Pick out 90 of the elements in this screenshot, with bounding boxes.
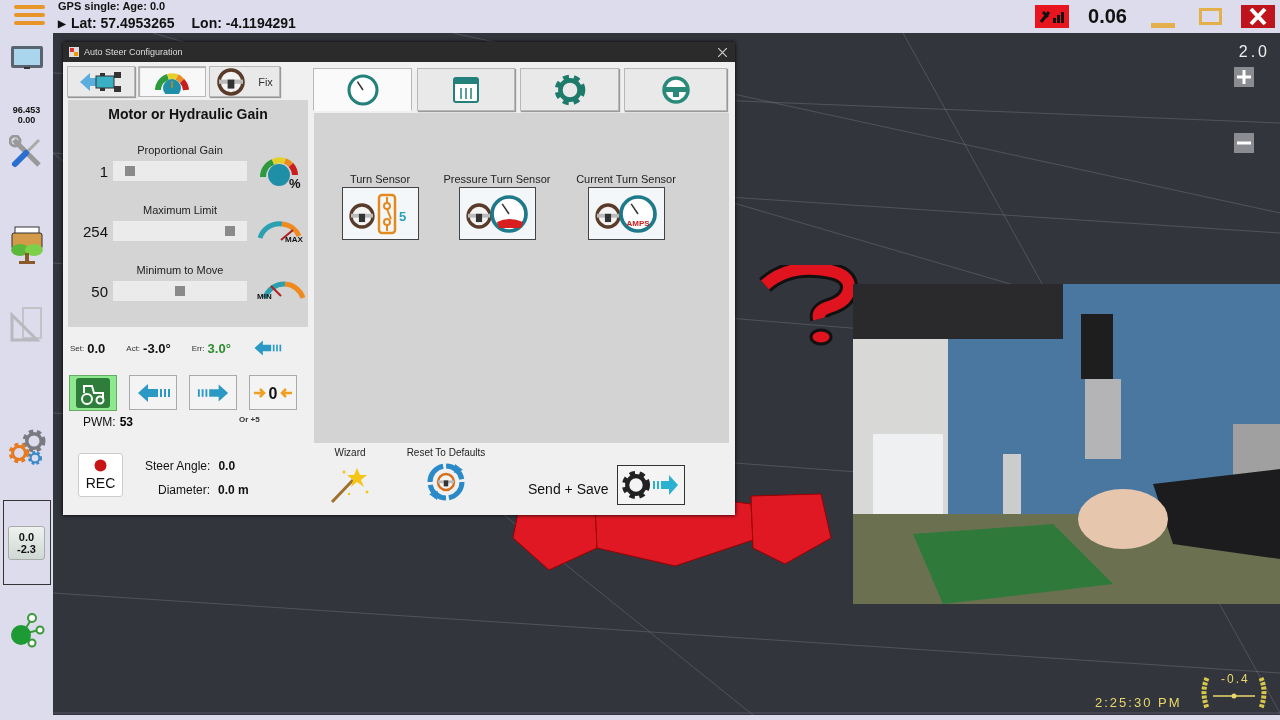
node-icon [8,612,45,648]
menu-icon [14,5,45,26]
slider-thumb[interactable] [175,286,185,296]
minus-icon [1234,133,1254,153]
field-data-button[interactable] [8,225,45,265]
close-icon [718,47,727,57]
offset-button[interactable]: 0.0 -2.3 [8,525,45,560]
app-icon [69,47,79,57]
monitor-icon [9,45,44,70]
plant-box-icon [8,225,45,265]
maximize-icon [1199,8,1222,25]
diameter-label: Diameter: [158,483,210,497]
network-button[interactable] [8,612,45,648]
sensor-label: Pressure Turn Sensor [443,173,551,185]
display-button[interactable] [9,45,44,70]
close-button[interactable] [718,47,727,57]
reset-label: Reset To Defaults [406,447,486,458]
diameter-value: 0.0 m [218,483,249,497]
latitude-text: Lat: 57.4953265 [71,15,175,31]
auto-steer-button[interactable] [69,375,117,411]
heading-offset: -0.4 [1221,672,1250,686]
slider-value: 50 [90,282,108,300]
no-signal-icon [1035,5,1070,28]
tab[interactable]: Fix [209,66,280,97]
center-note: Or +5 [239,415,260,426]
sheet-icon [452,75,480,104]
readout-text: 96.453 [12,105,41,115]
readout-text: 0.00 [16,115,37,125]
steer-angle-value: 0.0 [218,459,236,473]
wizard-label: Wizard [334,447,366,458]
reading-value: 0.0 [87,340,106,356]
settings-button[interactable] [7,428,46,466]
slider-track[interactable] [113,281,247,301]
reading-value: -3.0° [143,340,171,356]
slider-thumb[interactable] [125,166,136,176]
pwm-label: PWM: [83,415,116,429]
steering-wheel-icon [216,66,247,97]
reading-label: Err: [191,343,205,353]
gps-status: GPS single: Age: 0.0 [58,0,167,12]
slider-label: Proportional Gain [136,144,224,156]
gear-arrow-icon [621,470,680,500]
longitude-text: Lon: -4.1194291 [191,15,296,31]
panel-title: Motor or Hydraulic Gain [108,106,268,122]
slider-thumb[interactable] [224,226,235,236]
send-save-label: Send + Save [528,481,609,497]
reading-value: 3.0° [207,340,231,356]
sensor-label: Current Turn Sensor [576,173,676,185]
tab[interactable] [313,68,412,111]
tab[interactable] [417,68,515,111]
tab[interactable] [67,66,135,97]
tractor-icon [76,378,110,408]
reading-label: Set: [70,343,85,353]
window-title: Auto Steer Configuration [84,47,183,57]
steer-right-button[interactable] [189,375,237,410]
sensor-button[interactable]: AMPS [587,187,665,240]
settings-icon [553,73,586,106]
zoom-level: 2.0 [1238,43,1270,61]
close-icon [1241,5,1275,28]
tab[interactable] [138,66,206,97]
record-icon [94,459,107,472]
steer-left-button[interactable] [129,375,177,410]
slider-value: 254 [81,222,108,240]
send-save-button[interactable] [616,465,685,505]
close-button[interactable] [1241,5,1275,28]
plus-icon [1234,67,1254,87]
reading-label: Act: [126,343,141,353]
zoom-out-button[interactable] [1234,133,1254,153]
slider-track[interactable] [113,161,247,181]
minimize-icon [1151,20,1175,29]
clock-time: 2:25:30 PM [1095,695,1182,710]
sensor-button[interactable] [458,187,536,240]
ruler-icon [9,305,44,342]
gears-icon [7,428,46,466]
slider-label: Maximum Limit [142,204,218,216]
steer-angle-label: Steer Angle: [145,459,211,473]
steering-wheel-icon [660,74,691,105]
speed-readout: 0.06 [1088,5,1127,28]
slider-value: 1 [98,162,108,180]
reset-icon [425,461,467,503]
pwm-value: 53 [119,415,134,429]
reset-button[interactable] [425,461,467,503]
slider-label: Minimum to Move [135,264,225,276]
heading-gauge-icon [1199,674,1269,710]
expand-toggle[interactable]: ▶ [58,17,66,29]
zoom-in-button[interactable] [1234,67,1254,87]
record-button[interactable]: REC [78,453,123,497]
dial-gauge-icon [345,72,380,107]
center-button[interactable]: 0 [249,375,297,410]
slider-track[interactable] [113,221,247,241]
sensor-label: Turn Sensor [349,173,411,185]
